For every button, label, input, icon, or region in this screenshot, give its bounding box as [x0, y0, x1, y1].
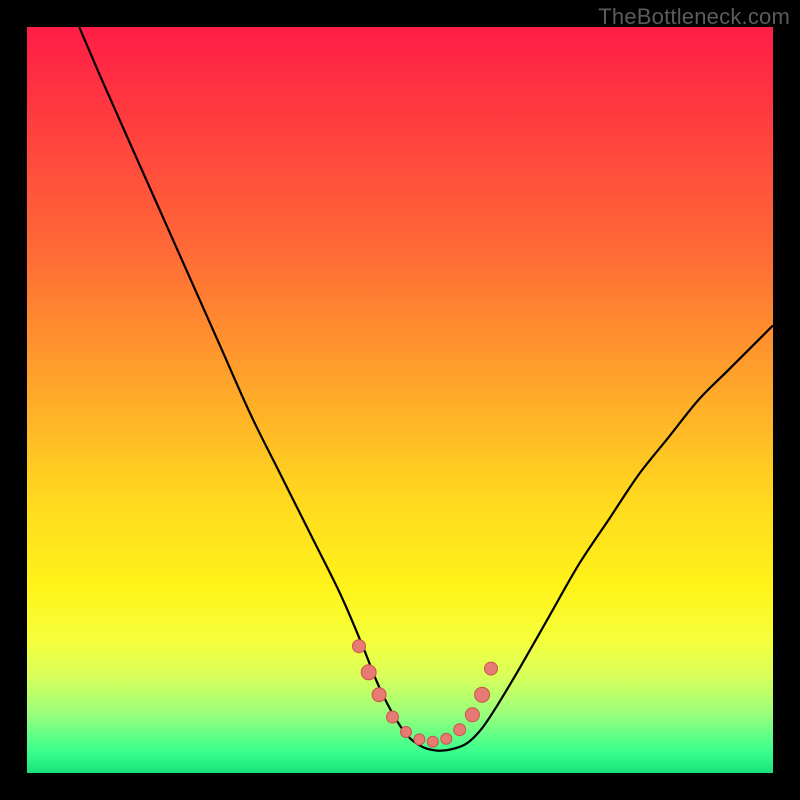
marker-dot — [427, 736, 438, 747]
watermark-text: TheBottleneck.com — [598, 4, 790, 30]
marker-dot — [441, 733, 452, 744]
bottleneck-curve — [79, 27, 773, 751]
chart-frame: TheBottleneck.com — [0, 0, 800, 800]
marker-dot — [485, 662, 498, 675]
marker-dot — [372, 688, 386, 702]
marker-dot — [387, 711, 399, 723]
marker-dot — [414, 734, 425, 745]
marker-dot — [475, 687, 490, 702]
plot-area — [27, 27, 773, 773]
marker-dot — [401, 727, 412, 738]
marker-dot — [465, 708, 479, 722]
curve-layer — [27, 27, 773, 773]
marker-dot — [353, 640, 366, 653]
marker-dot — [361, 665, 376, 680]
marker-dot — [454, 724, 466, 736]
marker-cluster — [353, 640, 498, 748]
